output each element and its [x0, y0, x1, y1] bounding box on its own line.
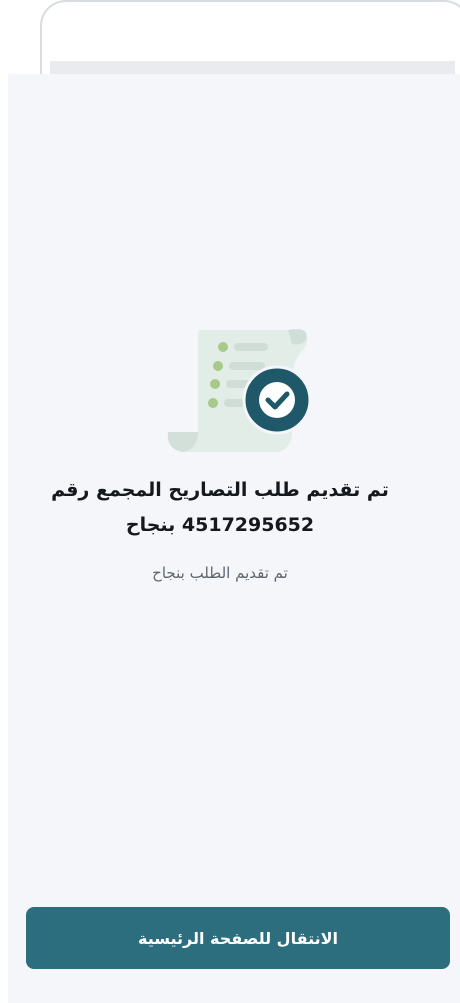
receipt-check-icon — [167, 329, 312, 452]
go-to-home-button[interactable]: الانتقال للصفحة الرئيسية — [26, 907, 450, 969]
success-title: تم تقديم طلب التصاريح المجمع رقم 4517295… — [51, 479, 389, 536]
success-subtitle: تم تقديم الطلب بنجاح — [152, 564, 288, 582]
